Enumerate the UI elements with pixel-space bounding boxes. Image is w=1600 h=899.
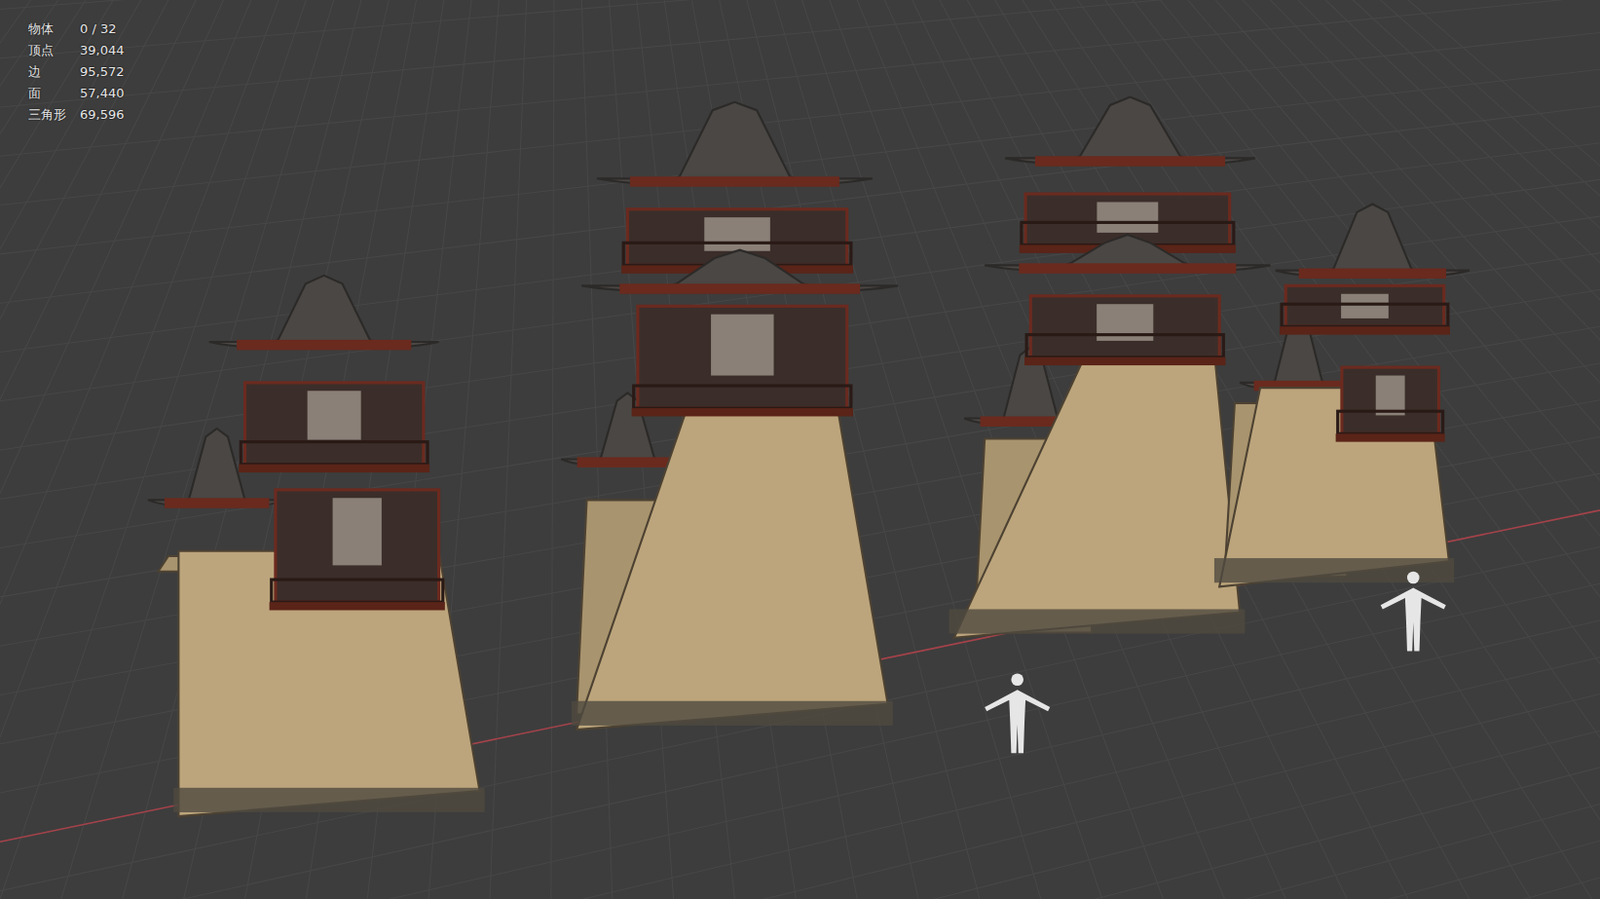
- stat-label: 边: [28, 63, 67, 81]
- scene[interactable]: [0, 0, 1600, 899]
- floor-grid: [0, 0, 1600, 899]
- stat-label: 物体: [28, 20, 67, 38]
- stat-value: 57,440: [79, 84, 125, 103]
- scene-statistics: 物体 0 / 32 顶点 39,044 边 95,572 面 57,440 三角形 69,596: [28, 20, 125, 124]
- pavilion-floor: [1279, 285, 1451, 335]
- roof: [1004, 97, 1256, 167]
- stat-value: 69,596: [79, 106, 125, 124]
- roof: [1275, 204, 1470, 279]
- pavilion-floor: [1024, 296, 1226, 366]
- stat-value: 39,044: [79, 41, 125, 60]
- stat-label: 面: [28, 84, 67, 103]
- roof: [209, 275, 440, 350]
- watchtower[interactable]: [1214, 204, 1470, 588]
- human-scale-figure: [984, 672, 1050, 753]
- stat-label: 三角形: [28, 106, 67, 124]
- roof: [984, 234, 1270, 274]
- pavilion-floor: [269, 489, 446, 611]
- roof: [596, 102, 873, 187]
- roof: [581, 250, 898, 295]
- 3d-viewport[interactable]: 物体 0 / 32 顶点 39,044 边 95,572 面 57,440 三角形 69,596: [0, 0, 1600, 899]
- pavilion-floor: [1336, 367, 1446, 442]
- human-scale-figure: [1380, 571, 1447, 652]
- stat-value: 95,572: [79, 63, 125, 81]
- watchtower[interactable]: [560, 102, 898, 730]
- watchtower[interactable]: [948, 97, 1270, 638]
- watchtower[interactable]: [148, 275, 485, 817]
- stat-label: 顶点: [28, 41, 67, 60]
- pavilion-floor: [632, 305, 854, 416]
- pavilion-floor: [238, 382, 430, 473]
- stat-value: 0 / 32: [79, 20, 125, 38]
